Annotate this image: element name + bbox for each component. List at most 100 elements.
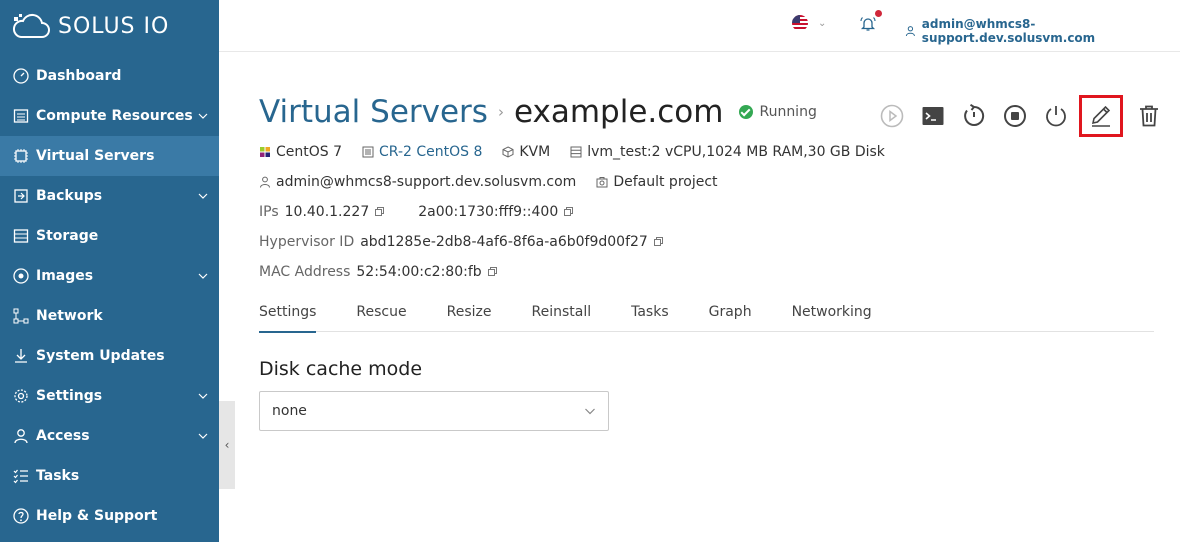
chevron-down-icon — [197, 110, 209, 122]
status-badge: Running — [739, 104, 817, 120]
sidebar-item-label: Tasks — [36, 468, 80, 484]
page-title: Virtual Servers › example.com Running — [259, 94, 817, 130]
delete-button[interactable] — [1134, 101, 1164, 131]
virtual-servers-icon — [12, 147, 30, 165]
sidebar-item-dashboard[interactable]: Dashboard — [0, 56, 219, 96]
user-email: admin@whmcs8-support.dev.solusvm.com — [921, 17, 1096, 45]
tab-rescue[interactable]: Rescue — [356, 292, 406, 332]
chevron-down-icon — [197, 390, 209, 402]
breadcrumb-virtual-servers[interactable]: Virtual Servers — [259, 94, 488, 130]
server-specs-row: CentOS 7 CR-2 CentOS 8 KVM lvm_test:2 vC… — [259, 144, 905, 160]
os-name: CentOS 7 — [276, 144, 343, 160]
server-list-icon — [12, 107, 30, 125]
cloud-logo-icon — [12, 13, 50, 38]
hypervisor-row: Hypervisor ID abd1285e-2db8-4af6-8f6a-a6… — [259, 234, 663, 250]
server-tabs: Settings Rescue Resize Reinstall Tasks G… — [259, 292, 1154, 333]
cube-icon — [502, 146, 514, 158]
tab-graph[interactable]: Graph — [709, 292, 752, 332]
download-icon — [12, 347, 30, 365]
copy-icon[interactable] — [564, 204, 574, 216]
console-icon — [922, 107, 944, 125]
disk-cache-value: none — [272, 403, 307, 419]
sidebar-item-label: Help & Support — [36, 508, 158, 524]
restart-button[interactable] — [959, 101, 989, 131]
owner-info: admin@whmcs8-support.dev.solusvm.com — [259, 174, 576, 190]
user-icon — [259, 176, 271, 188]
ipv4-item: 10.40.1.227 — [285, 204, 385, 220]
sidebar-item-compute-resources[interactable]: Compute Resources — [0, 96, 219, 136]
copy-icon[interactable] — [487, 264, 497, 276]
tab-networking[interactable]: Networking — [792, 292, 872, 332]
chevron-down-icon — [197, 270, 209, 282]
chevron-down-icon — [197, 430, 209, 442]
sidebar-item-virtual-servers[interactable]: Virtual Servers — [0, 136, 219, 176]
network-icon — [12, 307, 30, 325]
tab-reinstall[interactable]: Reinstall — [531, 292, 591, 332]
sidebar-item-system-updates[interactable]: System Updates — [0, 336, 219, 376]
tasks-icon — [12, 467, 30, 485]
sidebar-item-label: Access — [36, 428, 90, 444]
topbar: ⌄ admin@whmcs8-support.dev.solusvm.com — [219, 0, 1180, 52]
user-menu[interactable]: admin@whmcs8-support.dev.solusvm.com — [905, 17, 1180, 45]
plan-info: CR-2 CentOS 8 — [362, 144, 482, 160]
breadcrumb-separator: › — [497, 103, 504, 121]
power-off-button[interactable] — [1041, 101, 1071, 131]
project-icon — [596, 176, 608, 188]
language-selector[interactable]: ⌄ — [792, 15, 826, 31]
sidebar-item-tasks[interactable]: Tasks — [0, 456, 219, 496]
sidebar-item-help-support[interactable]: Help & Support — [0, 496, 219, 536]
hypervisor-label: Hypervisor ID — [259, 234, 355, 250]
dashboard-icon — [12, 67, 30, 85]
sidebar-item-network[interactable]: Network — [0, 296, 219, 336]
edit-button[interactable] — [1079, 95, 1123, 137]
sidebar-item-label: Images — [36, 268, 94, 284]
project-name: Default project — [613, 174, 718, 190]
sidebar-item-access[interactable]: Access — [0, 416, 219, 456]
start-button[interactable] — [877, 101, 907, 131]
sidebar-item-storage[interactable]: Storage — [0, 216, 219, 256]
brand-logo[interactable]: SOLUS IO — [0, 0, 219, 52]
notifications-button[interactable] — [859, 10, 882, 33]
brand-name: SOLUS IO — [58, 13, 170, 39]
plan-icon — [362, 146, 374, 158]
server-name: example.com — [513, 94, 724, 130]
server-actions-toolbar — [877, 95, 1175, 137]
restart-icon — [964, 104, 985, 126]
sidebar-collapse-toggle[interactable]: ‹ — [219, 401, 235, 489]
virtualization-type: KVM — [519, 144, 551, 160]
stop-icon — [1004, 105, 1026, 127]
bell-icon — [860, 17, 876, 31]
server-icon — [570, 146, 582, 158]
trash-icon — [1140, 105, 1158, 127]
chevron-down-icon — [584, 405, 596, 417]
stop-button[interactable] — [1000, 101, 1030, 131]
console-button[interactable] — [918, 101, 948, 131]
sidebar-item-label: Backups — [36, 188, 103, 204]
sidebar-item-settings[interactable]: Settings — [0, 376, 219, 416]
sidebar-item-label: Dashboard — [36, 68, 122, 84]
sidebar-item-backups[interactable]: Backups — [0, 176, 219, 216]
tab-settings[interactable]: Settings — [259, 292, 317, 333]
disk-cache-select[interactable]: none — [259, 391, 609, 431]
backup-icon — [12, 187, 30, 205]
pencil-icon — [1091, 105, 1111, 127]
virtualization-info: KVM — [502, 144, 550, 160]
gear-icon — [12, 387, 30, 405]
notification-badge — [875, 10, 882, 17]
ipv4-address: 10.40.1.227 — [284, 204, 370, 220]
tab-tasks[interactable]: Tasks — [631, 292, 669, 332]
plan-link[interactable]: CR-2 CentOS 8 — [379, 144, 482, 160]
sidebar-item-label: Network — [36, 308, 103, 324]
copy-icon[interactable] — [375, 204, 385, 216]
user-icon — [905, 26, 915, 37]
copy-icon[interactable] — [653, 234, 663, 246]
sidebar: SOLUS IO Dashboard Compute Resources Vir… — [0, 0, 219, 542]
centos-logo-icon — [259, 146, 271, 158]
sidebar-nav: Dashboard Compute Resources Virtual Serv… — [0, 56, 219, 536]
mac-label: MAC Address — [259, 264, 351, 280]
tab-resize[interactable]: Resize — [447, 292, 492, 332]
os-info: CentOS 7 — [259, 144, 342, 160]
sidebar-item-label: Storage — [36, 228, 99, 244]
hypervisor-id: abd1285e-2db8-4af6-8f6a-a6b0f9d00f27 — [360, 234, 648, 250]
sidebar-item-images[interactable]: Images — [0, 256, 219, 296]
